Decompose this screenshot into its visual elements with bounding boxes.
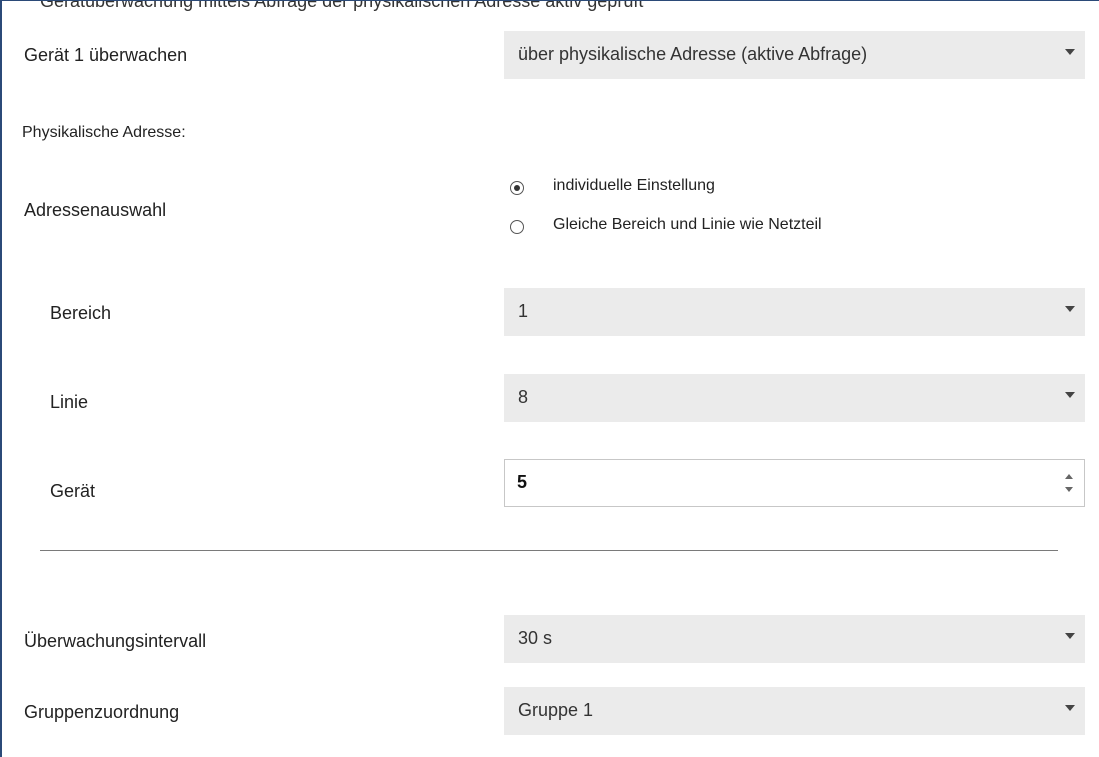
interval-dropdown[interactable]: 30 s xyxy=(504,615,1085,663)
radio-button[interactable] xyxy=(510,220,524,234)
chevron-down-icon xyxy=(1065,705,1075,711)
chevron-down-icon xyxy=(1065,392,1075,398)
line-label: Linie xyxy=(50,392,89,412)
chevron-down-icon xyxy=(1065,306,1075,312)
area-value: 1 xyxy=(518,301,529,321)
top-cut-text-content: Gerätüberwachung mittels Abfrage der phy… xyxy=(40,0,644,11)
arrow-up-icon xyxy=(1065,474,1073,479)
monitor-device-dropdown[interactable]: über physikalische Adresse (aktive Abfra… xyxy=(504,31,1085,79)
radio-label-individual: individuelle Einstellung xyxy=(553,177,715,194)
interval-label: Überwachungsintervall xyxy=(24,631,207,651)
chevron-down-icon xyxy=(1065,49,1075,55)
group-label: Gruppenzuordnung xyxy=(24,702,180,722)
radio-button[interactable] xyxy=(510,181,524,195)
arrow-down-icon xyxy=(1065,487,1073,492)
radio-label-same-area-line: Gleiche Bereich und Linie wie Netzteil xyxy=(553,216,822,233)
group-dropdown[interactable]: Gruppe 1 xyxy=(504,687,1085,735)
interval-value: 30 s xyxy=(518,628,553,648)
divider xyxy=(40,550,1058,551)
monitor-device-value: über physikalische Adresse (aktive Abfra… xyxy=(518,44,868,64)
device-value: 5 xyxy=(517,472,528,492)
monitor-device-label: Gerät 1 überwachen xyxy=(24,45,188,65)
line-dropdown[interactable]: 8 xyxy=(504,374,1085,422)
area-label: Bereich xyxy=(50,303,112,323)
chevron-down-icon xyxy=(1065,633,1075,639)
address-selection-label: Adressenauswahl xyxy=(24,200,167,220)
spin-down-button[interactable] xyxy=(1064,485,1076,495)
area-dropdown[interactable]: 1 xyxy=(504,288,1085,336)
section-title: Physikalische Adresse: xyxy=(22,124,186,141)
device-number-stepper[interactable]: 5 xyxy=(504,459,1085,507)
group-value: Gruppe 1 xyxy=(518,700,594,720)
top-cut-text: Gerätüberwachung mittels Abfrage der phy… xyxy=(0,0,1099,14)
spin-up-button[interactable] xyxy=(1064,472,1076,482)
device-label: Gerät xyxy=(50,481,96,501)
line-value: 8 xyxy=(518,387,529,407)
